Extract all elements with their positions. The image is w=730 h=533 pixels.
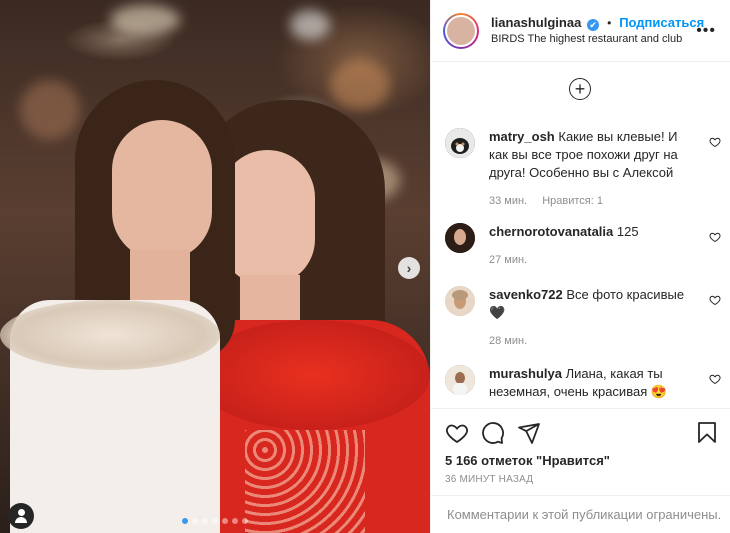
carousel-next-button[interactable]: › (398, 257, 420, 279)
separator-dot: • (607, 16, 612, 30)
heart-icon[interactable] (709, 373, 721, 385)
comment-username[interactable]: matry_osh (489, 129, 555, 144)
comment-avatar[interactable] (445, 128, 475, 158)
comment-time[interactable]: 27 мин. (489, 254, 527, 266)
carousel-dot (202, 518, 208, 524)
comments-restricted-notice: Комментарии к этой публикации ограничены… (431, 495, 730, 533)
load-more-comments-button[interactable]: + (569, 78, 591, 100)
background-light (110, 5, 180, 35)
user-tag-button[interactable] (8, 503, 34, 529)
chevron-right-icon: › (406, 260, 412, 276)
post-header: lianashulginaa ✔ • Подписаться BIRDS The… (431, 0, 730, 62)
woman-left-feather-trim (0, 300, 220, 370)
carousel-dot (242, 518, 248, 524)
comment-text: 125 (616, 224, 639, 239)
plus-icon: + (574, 79, 586, 99)
comment-time[interactable]: 28 мин. (489, 335, 527, 347)
post-side-panel: lianashulginaa ✔ • Подписаться BIRDS The… (430, 0, 730, 533)
comment-avatar[interactable] (445, 365, 475, 395)
post-photo[interactable]: › (0, 0, 430, 533)
heart-icon[interactable] (709, 136, 721, 148)
carousel-indicator (182, 518, 248, 524)
comment-item: murashulya Лиана, какая ты неземная, оче… (445, 365, 721, 401)
author-username[interactable]: lianashulginaa (491, 15, 581, 30)
carousel-dot (212, 518, 218, 524)
follow-button[interactable]: Подписаться (619, 15, 704, 30)
comment-time[interactable]: 33 мин. (489, 195, 527, 207)
author-avatar[interactable] (443, 12, 479, 49)
comment-avatar[interactable] (445, 286, 475, 316)
bookmark-icon[interactable] (695, 421, 719, 445)
carousel-dot (232, 518, 238, 524)
comment-item: matry_osh Какие вы клевые! И как вы все … (445, 128, 721, 210)
user-tag-icon (17, 509, 25, 516)
comment-username[interactable]: murashulya (489, 366, 562, 381)
post-actions: 5 166 отметок "Нравится" 36 МИНУТ НАЗАД … (431, 408, 730, 533)
more-icon[interactable]: ••• (696, 22, 716, 40)
share-icon[interactable] (517, 421, 541, 445)
comment-item: savenko722 Все фото красивые 🖤 28 мин. (445, 286, 721, 350)
carousel-dot (222, 518, 228, 524)
post-time[interactable]: 36 МИНУТ НАЗАД (445, 474, 533, 485)
background-light (290, 10, 330, 40)
comment-avatar[interactable] (445, 223, 475, 253)
carousel-dot (192, 518, 198, 524)
background-light (20, 80, 80, 140)
heart-icon[interactable] (445, 421, 469, 445)
heart-icon[interactable] (709, 231, 721, 243)
comment-username[interactable]: chernorotovanatalia (489, 224, 613, 239)
comment-icon[interactable] (481, 421, 505, 445)
likes-count[interactable]: 5 166 отметок "Нравится" (445, 453, 610, 468)
comments-list: matry_osh Какие вы клевые! И как вы все … (431, 118, 730, 408)
carousel-dot (182, 518, 188, 524)
comment-username[interactable]: savenko722 (489, 287, 563, 302)
verified-icon: ✔ (587, 19, 600, 31)
woman-left-face (112, 120, 212, 260)
comment-likes[interactable]: Нравится: 1 (542, 195, 603, 207)
post-location[interactable]: BIRDS The highest restaurant and club (491, 31, 704, 47)
woman-right-lace (245, 430, 365, 533)
heart-icon[interactable] (709, 294, 721, 306)
comment-item: chernorotovanatalia 125 27 мин. (445, 223, 721, 269)
background-light (330, 60, 390, 110)
